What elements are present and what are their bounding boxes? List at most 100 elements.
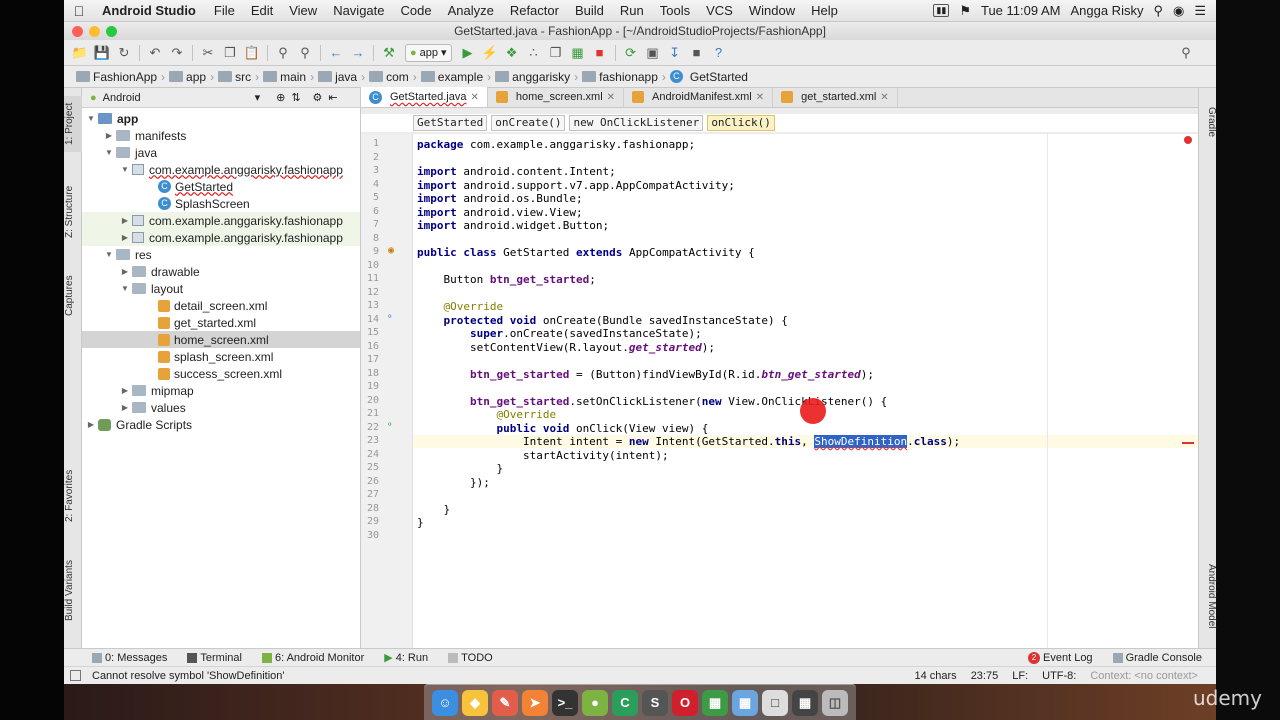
tree-item-success-screen[interactable]: success_screen.xml (82, 365, 360, 382)
project-view-mode[interactable]: Android (103, 92, 141, 104)
menu-file[interactable]: File (206, 3, 243, 18)
tool-tab-captures[interactable]: Captures (64, 266, 82, 326)
error-stripe-mark[interactable] (1182, 442, 1194, 444)
search-icon[interactable]: ⚲ (1153, 3, 1163, 19)
siri-icon[interactable]: ◉ (1173, 3, 1184, 19)
breadcrumb-item[interactable]: src (214, 70, 255, 84)
locate-icon[interactable]: ⊕ (276, 91, 285, 104)
battery-icon[interactable]: ▮▮ (933, 4, 950, 17)
close-icon[interactable]: ✕ (470, 92, 478, 103)
stop-icon[interactable]: ■ (590, 43, 610, 63)
breadcrumb-item[interactable]: app (165, 70, 210, 84)
sync-icon[interactable]: ↻ (114, 43, 134, 63)
caret-position[interactable]: 23:75 (971, 670, 999, 682)
chevron-down-icon[interactable]: ▼ (102, 148, 116, 157)
menu-list-icon[interactable]: ☰ (1194, 3, 1206, 19)
tree-item-package-test[interactable]: ▶ com.example.anggarisky.fashionapp (82, 229, 360, 246)
paste-icon[interactable]: 📋 (242, 43, 262, 63)
breadcrumb-item[interactable]: main (259, 70, 310, 84)
tree-item-detail-screen[interactable]: detail_screen.xml (82, 297, 360, 314)
breadcrumb-item[interactable]: FashionApp (72, 70, 161, 84)
menu-navigate[interactable]: Navigate (325, 3, 392, 18)
tool-tab-build-variants[interactable]: Build Variants (64, 550, 82, 632)
tree-item-splashscreen[interactable]: C SplashScreen (82, 195, 360, 212)
menu-refactor[interactable]: Refactor (502, 3, 567, 18)
tree-item-getstarted[interactable]: C GetStarted (82, 178, 360, 195)
unresolved-symbol[interactable]: ShowDefinition (814, 435, 908, 448)
override-icon[interactable]: ⚬ (386, 312, 394, 322)
chevron-right-icon[interactable]: ▶ (118, 233, 132, 242)
tab-getstarted-java[interactable]: C GetStarted.java ✕ (361, 87, 488, 107)
apply-changes-icon[interactable]: ▦ (568, 43, 588, 63)
chevron-right-icon[interactable]: ▶ (118, 267, 132, 276)
tree-item-layout[interactable]: ▼ layout (82, 280, 360, 297)
line-number-gutter[interactable]: 1 2 3 4 5 6 7 8 9 10 11 12 13 14 15 16 1 (361, 134, 432, 648)
code-editor[interactable]: 1 2 3 4 5 6 7 8 9 10 11 12 13 14 15 16 1 (361, 134, 1198, 648)
make-project-icon[interactable]: ⚒ (379, 43, 399, 63)
chevron-right-icon[interactable]: ▶ (118, 216, 132, 225)
collapse-icon[interactable]: ⇅ (291, 91, 300, 104)
downloads-folder-icon[interactable]: ▦ (732, 689, 758, 716)
method-crumb-oncreate[interactable]: onCreate() (491, 115, 566, 131)
pencil-app-icon[interactable]: ✎ (492, 689, 518, 716)
close-window-button[interactable] (72, 26, 83, 37)
chevron-down-icon[interactable]: ▼ (84, 114, 98, 123)
gear-icon[interactable]: ⚙ (313, 91, 323, 104)
menu-run[interactable]: Run (612, 3, 652, 18)
menu-help[interactable]: Help (803, 3, 846, 18)
menu-build[interactable]: Build (567, 3, 612, 18)
breadcrumb-item[interactable]: java (314, 70, 361, 84)
tree-item-mipmap[interactable]: ▶ mipmap (82, 382, 360, 399)
menu-tools[interactable]: Tools (652, 3, 698, 18)
device-monitor-icon[interactable]: ■ (687, 43, 707, 63)
forward-icon[interactable]: → (348, 43, 368, 63)
sketch-icon[interactable]: ◆ (462, 689, 488, 716)
tool-button-run[interactable]: ▶ 4: Run (374, 651, 438, 665)
tree-item-package[interactable]: ▼ com.example.anggarisky.fashionapp (82, 161, 360, 178)
avd-manager-icon[interactable]: ▣ (643, 43, 663, 63)
documents-folder-icon[interactable]: ▦ (792, 689, 818, 716)
close-icon[interactable]: ✕ (756, 92, 764, 103)
breadcrumb-item[interactable]: example (417, 70, 487, 84)
tool-tab-android-model[interactable]: Android Model (1199, 552, 1217, 640)
clock[interactable]: Tue 11:09 AM (981, 3, 1061, 18)
tab-get-started-xml[interactable]: get_started.xml ✕ (773, 87, 898, 107)
run-icon[interactable]: ▶ (458, 43, 478, 63)
method-crumb-listener[interactable]: new OnClickListener (569, 115, 704, 131)
menu-code[interactable]: Code (393, 3, 440, 18)
redo-icon[interactable]: ↷ (167, 43, 187, 63)
menu-vcs[interactable]: VCS (698, 3, 741, 18)
run-config-select[interactable]: ● app ▾ (405, 43, 452, 62)
chrome-icon[interactable]: C (612, 689, 638, 716)
sublime-icon[interactable]: S (642, 689, 668, 716)
tab-home-screen-xml[interactable]: home_screen.xml ✕ (488, 87, 625, 107)
tool-button-gradle-console[interactable]: Gradle Console (1103, 652, 1216, 664)
trash-icon[interactable]: ◫ (822, 689, 848, 716)
context-indicator[interactable]: Context: <no context> (1090, 670, 1198, 682)
cut-icon[interactable]: ✂ (198, 43, 218, 63)
instant-run-icon[interactable]: ⚡ (480, 43, 500, 63)
search-everywhere-icon[interactable]: ⚲ (1176, 43, 1196, 63)
toggle-tool-windows-icon[interactable] (70, 670, 81, 681)
tree-item-res[interactable]: ▼ res (82, 246, 360, 263)
profile-icon[interactable]: ∴ (524, 43, 544, 63)
close-icon[interactable]: ✕ (607, 92, 615, 103)
tool-tab-project[interactable]: 1: Project (64, 96, 82, 152)
chevron-down-icon[interactable]: ▼ (118, 284, 132, 293)
copy-icon[interactable]: ❐ (220, 43, 240, 63)
back-icon[interactable]: ← (326, 43, 346, 63)
menu-edit[interactable]: Edit (243, 3, 281, 18)
numbers-icon[interactable]: ▦ (702, 689, 728, 716)
tool-tab-gradle[interactable]: Gradle (1199, 98, 1217, 146)
terminal-app-icon[interactable]: >_ (552, 689, 578, 716)
tree-item-get-started[interactable]: get_started.xml (82, 314, 360, 331)
debug-icon[interactable]: ❖ (502, 43, 522, 63)
line-separator[interactable]: LF: (1012, 670, 1028, 682)
swift-icon[interactable]: ➤ (522, 689, 548, 716)
replace-icon[interactable]: ⚲ (295, 43, 315, 63)
tree-item-gradle-scripts[interactable]: ▶ Gradle Scripts (82, 416, 360, 433)
method-crumb-onclick[interactable]: onClick() (707, 115, 775, 131)
chevron-right-icon[interactable]: ▶ (84, 420, 98, 429)
tree-item-manifests[interactable]: ▶ manifests (82, 127, 360, 144)
implements-icon[interactable]: ⚬ (386, 420, 394, 430)
